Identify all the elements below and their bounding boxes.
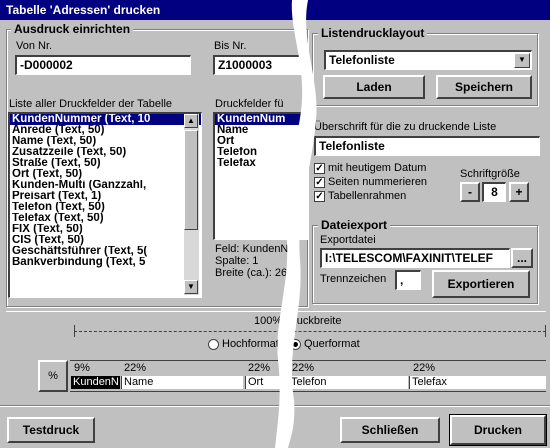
all-fields-label: Liste aller Druckfelder der Tabelle [9,98,173,110]
scroll-up-icon[interactable]: ▲ [184,114,198,128]
print-fields-item[interactable]: KundenNum [215,114,308,125]
print-width-text: 100% Druckbreite [254,315,342,327]
ruler-right-tick [545,325,546,337]
layout-group-title: Listendrucklayout [318,26,428,40]
fontsize-minus-button[interactable]: - [460,182,480,202]
col-pct-1: 9% [74,362,90,374]
all-fields-item[interactable]: Name (Text, 50) [10,136,201,147]
von-input[interactable]: -D000002 [15,55,191,75]
all-fields-list[interactable]: KundenNummer (Text, 10 Anrede (Text, 50) N… [8,112,202,298]
von-label: Von Nr. [16,40,53,52]
fontsize-label: Schriftgröße [460,168,520,180]
export-file-label: Exportdatei [320,234,376,246]
fontsize-plus-button[interactable]: + [509,182,529,202]
separator-label: Trennzeichen [320,273,387,285]
drucken-button[interactable]: Drucken [449,414,547,446]
schliessen-button[interactable]: Schließen [340,417,440,443]
col-pct-5: 22% [413,362,436,374]
scroll-thumb[interactable] [184,130,198,230]
setup-group-title: Ausdruck einrichten [11,22,134,36]
all-fields-item[interactable]: CIS (Text, 50) [10,235,201,246]
window-title: Tabelle 'Adressen' drucken [0,0,550,20]
all-fields-scrollbar[interactable]: ▲ ▼ [184,114,199,295]
all-fields-item[interactable]: Kunden-Multi (Ganzzahl, [10,180,201,191]
portrait-radio[interactable] [208,339,219,350]
landscape-radio[interactable] [290,339,301,350]
print-fields-list[interactable]: KundenNum Name Ort Telefon Telefax [213,112,309,240]
all-fields-item[interactable]: Zusatzzeile (Text, 50) [10,147,201,158]
col-header-telefon[interactable]: Telefon [288,376,408,389]
field-info-column: Spalte: 1 [215,255,259,267]
export-group-title: Dateiexport [318,218,391,232]
all-fields-item[interactable]: Telefon (Text, 50) [10,202,201,213]
save-button[interactable]: Speichern [436,75,532,99]
all-fields-item[interactable]: Bankverbindung (Text, 5 [10,257,201,268]
col-pct-4: 22% [292,362,315,374]
date-checkbox[interactable]: ✓ [314,163,325,174]
date-label: mit heutigem Datum [328,162,427,174]
col-header-name[interactable]: Name [121,376,243,389]
bis-label: Bis Nr. [214,40,247,52]
bis-input[interactable]: Z1000003 [213,55,303,75]
heading-input[interactable]: Telefonliste [314,136,540,156]
all-fields-item[interactable]: KundenNummer (Text, 10 [10,114,201,125]
all-fields-item[interactable]: Geschäftsführer (Text, 5( [10,246,201,257]
separator-input[interactable]: , [395,270,421,290]
print-fields-item[interactable]: Ort [215,136,308,147]
width-ruler [74,331,546,332]
export-button[interactable]: Exportieren [432,270,530,298]
all-fields-item[interactable]: Straße (Text, 50) [10,158,201,169]
col-pct-2: 22% [124,362,147,374]
pages-label: Seiten nummerieren [328,176,428,188]
fontsize-input[interactable]: 8 [482,182,506,202]
all-fields-item[interactable]: FIX (Text, 50) [10,224,201,235]
print-fields-item[interactable]: Name [215,125,308,136]
all-fields-item[interactable]: Telefax (Text, 50) [10,213,201,224]
all-fields-item[interactable]: Ort (Text, 50) [10,169,201,180]
layout-select[interactable]: Telefonliste [324,50,532,70]
heading-label: Überschrift für die zu druckende Liste [314,121,497,133]
load-button[interactable]: Laden [323,75,425,99]
col-header-telefax[interactable]: Telefax [409,376,546,389]
field-info-width: Breite (ca.): 26 [215,267,288,279]
col-header-ort[interactable]: Ort [245,376,287,389]
chevron-down-icon[interactable]: ▼ [514,53,530,68]
browse-button[interactable]: ... [511,248,533,268]
pages-checkbox[interactable]: ✓ [314,177,325,188]
print-dialog: Tabelle 'Adressen' drucken Ausdruck einr… [0,0,550,448]
testdruck-button[interactable]: Testdruck [7,417,95,443]
print-fields-item[interactable]: Telefax [215,158,308,169]
frame-checkbox[interactable]: ✓ [314,191,325,202]
field-info-name: Feld: KundenN [215,243,289,255]
frame-label: Tabellenrahmen [328,190,407,202]
all-fields-item[interactable]: Anrede (Text, 50) [10,125,201,136]
all-fields-item[interactable]: Preisart (Text, 1) [10,191,201,202]
footer-divider [0,405,550,407]
col-pct-3: 22% [248,362,271,374]
col-header-kunden[interactable]: KundenN [71,376,120,389]
percent-button[interactable]: % [38,360,68,392]
scroll-down-icon[interactable]: ▼ [184,280,198,294]
export-file-input[interactable]: I:\TELESCOM\FAXINIT\TELEF [320,248,510,268]
portrait-label: Hochformat [222,338,279,350]
print-fields-item[interactable]: Telefon [215,147,308,158]
landscape-label: Querformat [304,338,360,350]
ruler-left-tick [74,325,75,337]
print-fields-label: Druckfelder fü [215,98,284,110]
